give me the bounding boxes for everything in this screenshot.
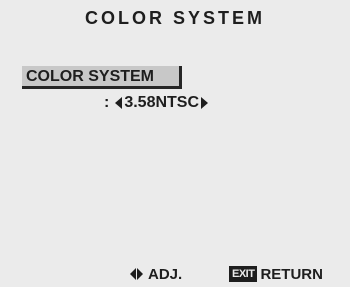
- color-system-value: 3.58NTSC: [124, 94, 200, 111]
- left-arrow-icon: [130, 268, 136, 280]
- osd-screen: COLOR SYSTEM COLOR SYSTEM : 3.58NTSC ADJ…: [0, 0, 350, 287]
- exit-key-badge: EXIT: [229, 266, 258, 282]
- return-hint: EXIT RETURN: [229, 264, 323, 284]
- arrow-left-icon[interactable]: [115, 97, 123, 109]
- value-separator: :: [104, 94, 110, 111]
- return-label: RETURN: [260, 265, 323, 283]
- menu-item-label: COLOR SYSTEM: [26, 68, 155, 85]
- footer-hints: ADJ. EXIT RETURN: [0, 264, 350, 284]
- menu-title: COLOR SYSTEM: [84, 8, 265, 28]
- color-system-value-row[interactable]: : 3.58NTSC: [104, 93, 209, 113]
- adjust-hint: ADJ.: [130, 264, 182, 284]
- right-arrow-icon: [137, 268, 143, 280]
- arrow-right-icon[interactable]: [201, 97, 209, 109]
- color-system-menu-item[interactable]: COLOR SYSTEM: [22, 66, 182, 89]
- adjust-label: ADJ.: [148, 265, 183, 283]
